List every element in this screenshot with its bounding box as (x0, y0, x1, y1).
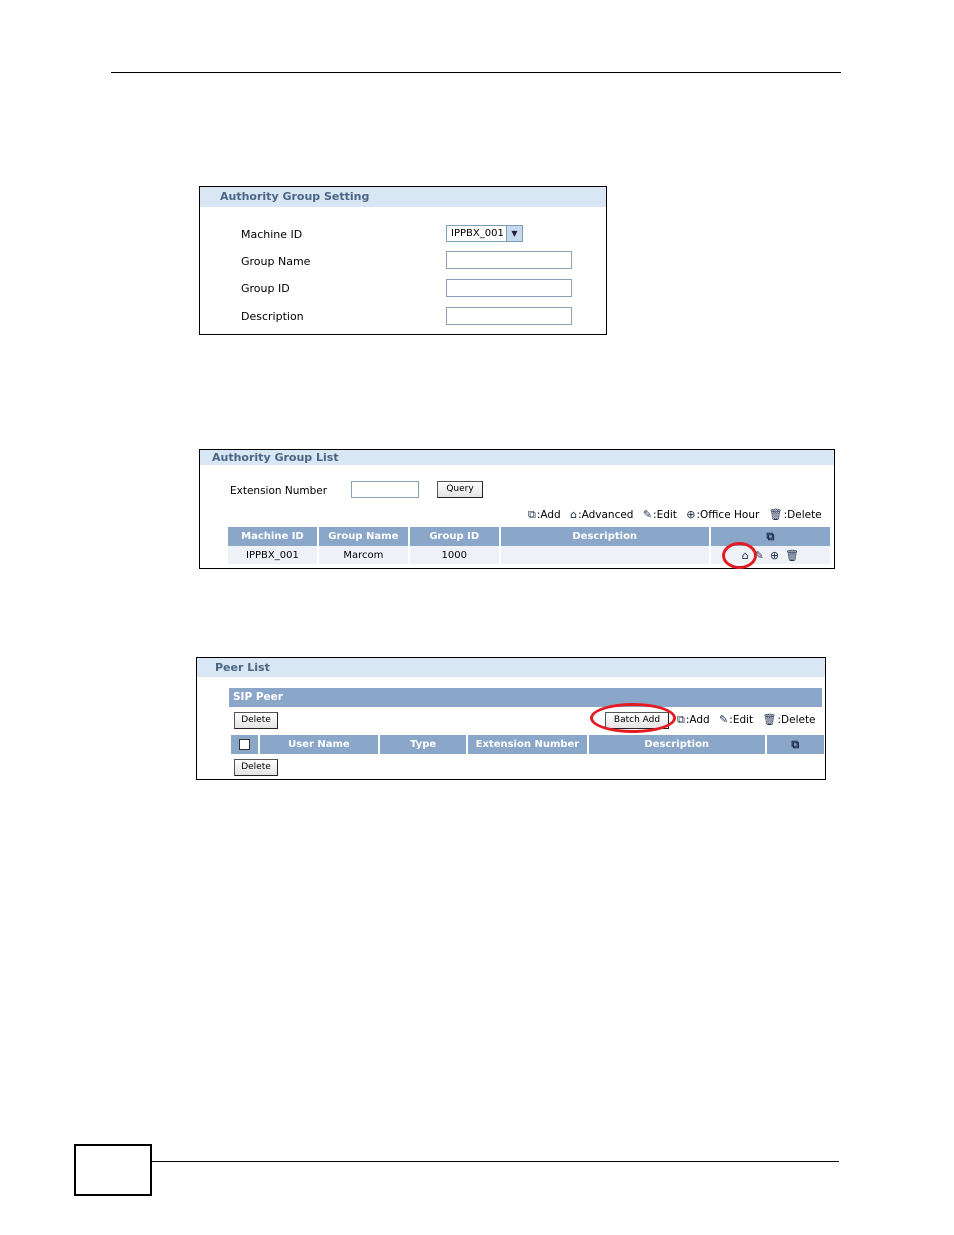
delete-button-bottom[interactable]: Delete (234, 759, 278, 776)
add-icon: ⧉ (528, 508, 536, 521)
col-description[interactable]: Description (500, 527, 709, 546)
legend-add: :Add (536, 509, 561, 521)
peer-action-legend: ⧉:Add ✎:Edit 🗑:Delete (677, 713, 816, 727)
delete-icon: 🗑 (762, 713, 777, 726)
panel-title: Authority Group Setting (200, 187, 606, 207)
select-all-checkbox[interactable] (238, 738, 250, 750)
top-rule (111, 72, 841, 73)
legend-delete: :Delete (777, 714, 816, 726)
action-legend: ⧉:Add ⌂:Advanced ✎:Edit ⊕:Office Hour 🗑:… (528, 508, 822, 522)
extension-number-input[interactable] (351, 481, 419, 498)
extension-number-label: Extension Number (230, 485, 328, 497)
edit-icon: ✎ (642, 508, 653, 521)
add-icon: ⧉ (677, 713, 685, 726)
legend-delete: :Delete (783, 509, 822, 521)
advanced-highlight-circle (722, 542, 757, 569)
description-label: Description (241, 310, 304, 323)
panel-title: Authority Group List (200, 450, 834, 465)
description-input[interactable] (446, 307, 572, 325)
col-user-name[interactable]: User Name (259, 735, 379, 754)
advanced-icon: ⌂ (570, 508, 578, 521)
group-name-input[interactable] (446, 251, 572, 269)
col-extension-number[interactable]: Extension Number (468, 735, 587, 754)
col-type[interactable]: Type (380, 735, 467, 754)
delete-icon: 🗑 (768, 508, 783, 521)
delete-icon[interactable]: 🗑 (785, 549, 799, 562)
group-name-label: Group Name (241, 255, 311, 268)
batch-add-highlight-circle (590, 703, 676, 733)
peer-list-panel: Peer List SIP Peer Delete Batch Add ⧉:Ad… (196, 657, 826, 780)
office-hour-icon[interactable]: ⊕ (770, 549, 779, 562)
col-select (231, 735, 258, 754)
edit-icon: ✎ (719, 713, 729, 726)
cell-group-id: 1000 (409, 546, 499, 564)
office-hour-icon: ⊕ (686, 508, 696, 521)
bottom-rule (152, 1161, 839, 1162)
legend-advanced: :Advanced (578, 509, 634, 521)
add-icon[interactable]: ⧉ (791, 738, 799, 751)
col-description[interactable]: Description (588, 735, 765, 754)
page-number-box (74, 1144, 152, 1196)
legend-edit: :Edit (653, 509, 677, 521)
legend-office-hour: :Office Hour (696, 509, 760, 521)
authority-group-setting-panel: Authority Group Setting Machine ID IPPBX… (199, 186, 607, 335)
machine-id-label: Machine ID (241, 228, 303, 241)
cell-machine-id: IPPBX_001 (228, 546, 317, 564)
col-machine-id[interactable]: Machine ID (228, 527, 317, 546)
group-id-input[interactable] (446, 279, 572, 297)
chevron-down-icon[interactable]: ▼ (506, 226, 522, 241)
col-group-id[interactable]: Group ID (409, 527, 499, 546)
delete-button[interactable]: Delete (234, 712, 278, 729)
legend-add: :Add (685, 714, 710, 726)
cell-group-name: Marcom (318, 546, 408, 564)
col-actions: ⧉ (766, 735, 824, 754)
col-group-name[interactable]: Group Name (318, 527, 408, 546)
machine-id-value: IPPBX_001 (451, 228, 504, 239)
group-id-label: Group ID (241, 282, 290, 295)
sip-peer-header: SIP Peer (229, 688, 822, 707)
add-icon[interactable]: ⧉ (766, 530, 774, 543)
panel-title: Peer List (197, 658, 825, 677)
col-actions: ⧉ (710, 527, 830, 546)
authority-group-list-panel: Authority Group List Extension Number Qu… (199, 449, 835, 569)
legend-edit: :Edit (729, 714, 754, 726)
query-button[interactable]: Query (437, 481, 483, 498)
table-header-row: User Name Type Extension Number Descript… (231, 735, 824, 754)
sip-peer-table: User Name Type Extension Number Descript… (229, 735, 826, 754)
machine-id-select[interactable]: IPPBX_001 ▼ (446, 225, 523, 242)
cell-description (500, 546, 709, 564)
